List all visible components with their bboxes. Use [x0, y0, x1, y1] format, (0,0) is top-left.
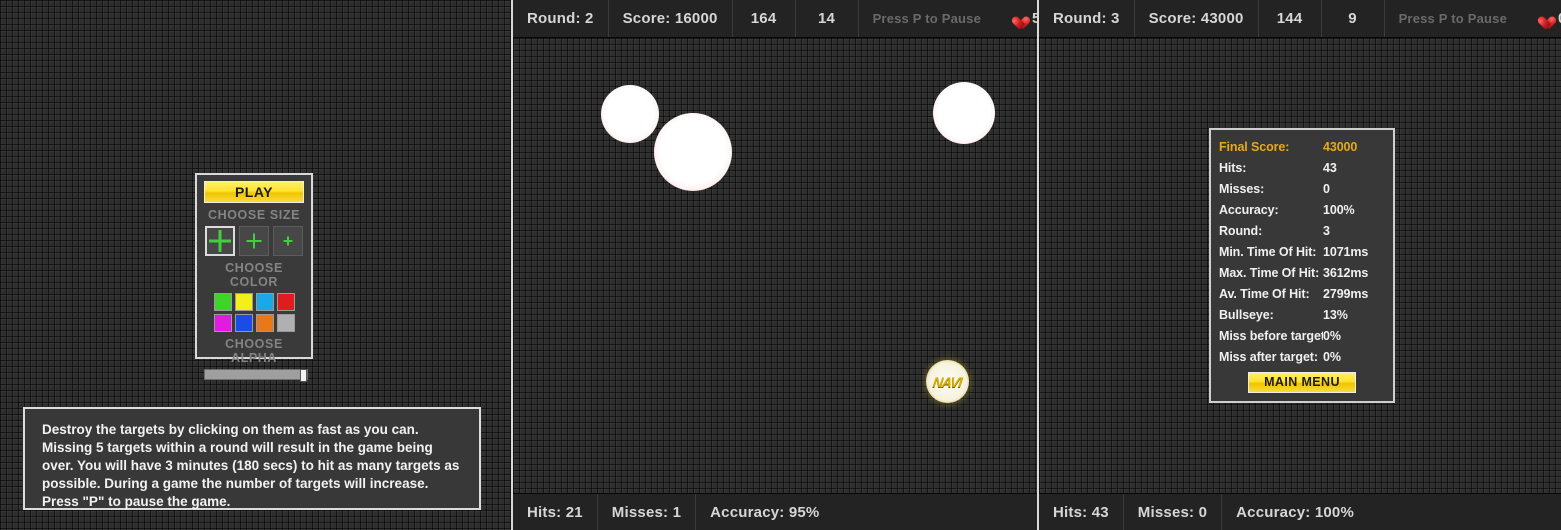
summary-row-key: Miss before target — [1219, 328, 1323, 343]
hud-pause-hint: Press P to Pause — [872, 11, 982, 26]
color-swatch-4[interactable] — [276, 293, 295, 311]
color-swatch-5[interactable] — [213, 314, 232, 332]
main-menu-button-wrap: MAIN MENU — [1219, 372, 1385, 393]
target-circle-2[interactable] — [654, 113, 732, 191]
summary-row: Final Score: 43000 — [1219, 136, 1385, 157]
summary-row: Accuracy: 100% — [1219, 199, 1385, 220]
color-swatch-3[interactable] — [255, 293, 274, 311]
color-swatch-8[interactable] — [276, 314, 295, 332]
hud-lives: 5 — [995, 0, 1037, 37]
choose-size-label: CHOOSE SIZE — [207, 208, 301, 222]
size-option-large[interactable] — [205, 226, 235, 256]
color-swatch-grid — [204, 293, 304, 332]
summary-row: Hits: 43 — [1219, 157, 1385, 178]
choose-alpha-label: CHOOSE ALPHA — [225, 337, 283, 365]
summary-row: Round: 3 — [1219, 220, 1385, 241]
hud-counter-a: 144 — [1259, 0, 1322, 37]
hud-hits: Hits: 21 — [513, 494, 598, 530]
alpha-slider[interactable] — [204, 369, 308, 382]
choose-color-label: CHOOSE COLOR — [225, 261, 283, 289]
heart-icon — [1535, 11, 1551, 26]
summary-row: Misses: 0 — [1219, 178, 1385, 199]
hud-accuracy: Accuracy: 100% — [1236, 503, 1355, 521]
summary-row-value: 1071ms — [1323, 244, 1369, 259]
summary-rows: Final Score: 43000 Hits: 43 Misses: 0 Accuracy… — [1219, 136, 1385, 367]
alpha-slider-handle[interactable] — [300, 369, 307, 382]
main-menu-button[interactable]: MAIN MENU — [1248, 372, 1356, 393]
play-button[interactable]: PLAY — [204, 181, 304, 203]
navi-logo-icon: NAVI — [932, 373, 963, 390]
hud-round: Round: 2 — [513, 0, 609, 37]
app-root: PLAY CHOOSE SIZE CHOOSE COLOR CHOOSE ALP… — [0, 0, 1561, 530]
hud-accuracy: Accuracy: 95% — [710, 503, 820, 521]
target-circle-1[interactable] — [601, 85, 659, 143]
summary-row-key: Round: — [1219, 223, 1263, 238]
hud-counter-b: 9 — [1322, 0, 1385, 37]
size-option-row — [204, 226, 304, 256]
summary-row: Min. Time Of Hit: 1071ms — [1219, 241, 1385, 262]
size-option-small[interactable] — [273, 226, 303, 256]
target-circle-3[interactable] — [933, 82, 995, 144]
color-swatch-2[interactable] — [234, 293, 253, 311]
summary-row-value: 0% — [1323, 328, 1341, 343]
summary-row-key: Bullseye: — [1219, 307, 1274, 322]
heart-icon — [1009, 11, 1025, 26]
hud-counter-b: 14 — [796, 0, 859, 37]
summary-row-key: Min. Time Of Hit: — [1219, 244, 1317, 259]
summary-row: Max. Time Of Hit: 3612ms — [1219, 262, 1385, 283]
summary-row-key: Misses: — [1219, 181, 1265, 196]
hud-counter-a: 164 — [733, 0, 796, 37]
summary-row-value: 43000 — [1323, 139, 1358, 154]
color-swatch-1[interactable] — [213, 293, 232, 311]
summary-row: Av. Time Of Hit: 2799ms — [1219, 283, 1385, 304]
game-summary-box: Final Score: 43000 Hits: 43 Misses: 0 Accuracy… — [1209, 128, 1395, 403]
game-hud-top: Round: 2 Score: 16000 164 14 Press P to … — [513, 0, 1037, 38]
summary-row-value: 0% — [1323, 349, 1341, 364]
hud-lives: 0 — [1521, 0, 1561, 37]
instructions-box: Destroy the targets by clicking on them … — [23, 407, 481, 510]
summary-row: Bullseye: 13% — [1219, 304, 1385, 325]
summary-row-value: 13% — [1323, 307, 1348, 322]
summary-row-key: Miss after target: — [1219, 349, 1318, 364]
summary-row-value: 43 — [1323, 160, 1337, 175]
summary-row-value: 3612ms — [1323, 265, 1369, 280]
summary-row-key: Max. Time Of Hit: — [1219, 265, 1320, 280]
color-swatch-7[interactable] — [255, 314, 274, 332]
hud-hits: Hits: 43 — [1039, 494, 1124, 530]
target-logo[interactable]: NAVI — [926, 360, 969, 403]
result-hud-bottom: Hits: 43 Misses: 0 Accuracy: 100% — [1039, 493, 1561, 530]
color-swatch-6[interactable] — [234, 314, 253, 332]
result-hud-top: Round: 3 Score: 43000 144 9 Press P to P… — [1039, 0, 1561, 38]
size-option-medium[interactable] — [239, 226, 269, 256]
game-hud-bottom: Hits: 21 Misses: 1 Accuracy: 95% — [513, 493, 1037, 530]
summary-row: Miss before target 0% — [1219, 325, 1385, 346]
summary-row-value: 3 — [1323, 223, 1330, 238]
active-game-panel: Round: 2 Score: 16000 164 14 Press P to … — [513, 0, 1037, 530]
summary-row: Miss after target: 0% — [1219, 346, 1385, 367]
hud-misses: Misses: 1 — [598, 494, 697, 530]
game-play-field[interactable]: NAVI — [513, 38, 1037, 493]
summary-row-value: 2799ms — [1323, 286, 1369, 301]
summary-row-key: Av. Time Of Hit: — [1219, 286, 1310, 301]
summary-row-key: Hits: — [1219, 160, 1247, 175]
hud-round: Round: 3 — [1039, 0, 1135, 37]
hud-score: Score: 16000 — [609, 0, 733, 37]
hud-pause-hint: Press P to Pause — [1398, 11, 1508, 26]
hud-misses: Misses: 0 — [1124, 494, 1223, 530]
summary-row-key: Final Score: — [1219, 139, 1290, 154]
summary-row-value: 100% — [1323, 202, 1355, 217]
summary-row-value: 0 — [1323, 181, 1330, 196]
instructions-text: Destroy the targets by clicking on them … — [42, 422, 460, 509]
hud-score: Score: 43000 — [1135, 0, 1259, 37]
main-menu-panel: PLAY CHOOSE SIZE CHOOSE COLOR CHOOSE ALP… — [0, 0, 511, 530]
summary-row-key: Accuracy: — [1219, 202, 1279, 217]
menu-box: PLAY CHOOSE SIZE CHOOSE COLOR CHOOSE ALP… — [195, 173, 313, 382]
